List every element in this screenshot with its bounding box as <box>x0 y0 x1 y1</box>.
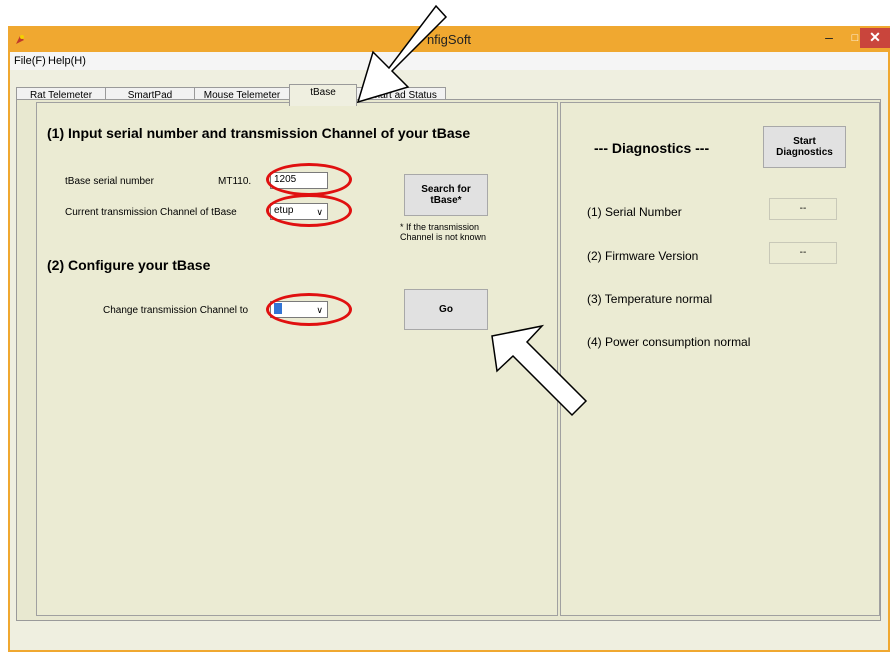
diag-firmware-value: -- <box>769 242 837 264</box>
chevron-down-icon: ∨ <box>316 305 323 315</box>
window-title: nfigSoft <box>426 32 472 47</box>
chevron-down-icon: ∨ <box>316 207 323 217</box>
serial-prefix: MT110. <box>218 176 252 187</box>
close-button[interactable]: ✕ <box>860 28 890 48</box>
section1-title: (1) Input serial number and transmission… <box>47 125 471 141</box>
menu-file[interactable]: File(F) <box>14 55 46 67</box>
serial-number-input[interactable]: 1205 <box>270 172 328 189</box>
new-channel-select[interactable]: ∨ <box>270 301 328 318</box>
diagnostics-panel <box>560 102 880 616</box>
note-line1: * If the transmission <box>400 222 480 232</box>
menu-bar: File(F) Help(H) <box>10 52 888 70</box>
diag-serial-value: -- <box>769 198 837 220</box>
tab-tbase[interactable]: tBase <box>289 84 357 106</box>
minimize-button[interactable]: – <box>816 28 842 48</box>
search-button-line2: tBase* <box>430 195 462 206</box>
search-button-line1: Search for <box>421 184 471 195</box>
current-channel-select[interactable]: etup ∨ <box>270 203 328 220</box>
go-button[interactable]: Go <box>404 289 488 330</box>
diag-power-label: (4) Power consumption normal <box>587 335 751 349</box>
title-bar: nfigSoft – □ ✕ <box>8 26 890 52</box>
diagnostics-title: --- Diagnostics --- <box>594 140 710 156</box>
diag-temperature-label: (3) Temperature normal <box>587 292 713 306</box>
selected-highlight <box>274 302 282 314</box>
menu-help[interactable]: Help(H) <box>48 55 86 67</box>
channel-label: Current transmission Channel of tBase <box>65 207 237 218</box>
start-button-line1: Start <box>793 136 816 147</box>
start-diagnostics-button[interactable]: Start Diagnostics <box>763 126 846 168</box>
current-channel-value: etup <box>274 205 294 216</box>
diag-serial-label: (1) Serial Number <box>587 205 682 219</box>
note-line2: Channel is not known <box>400 232 487 242</box>
diag-firmware-label: (2) Firmware Version <box>587 249 699 263</box>
search-tbase-button[interactable]: Search for tBase* <box>404 174 488 216</box>
serial-label: tBase serial number <box>65 176 154 187</box>
search-note: * If the transmission Channel is not kno… <box>400 222 486 242</box>
change-channel-label: Change transmission Channel to <box>103 305 249 316</box>
section2-title: (2) Configure your tBase <box>47 257 211 273</box>
start-button-line2: Diagnostics <box>776 147 833 158</box>
